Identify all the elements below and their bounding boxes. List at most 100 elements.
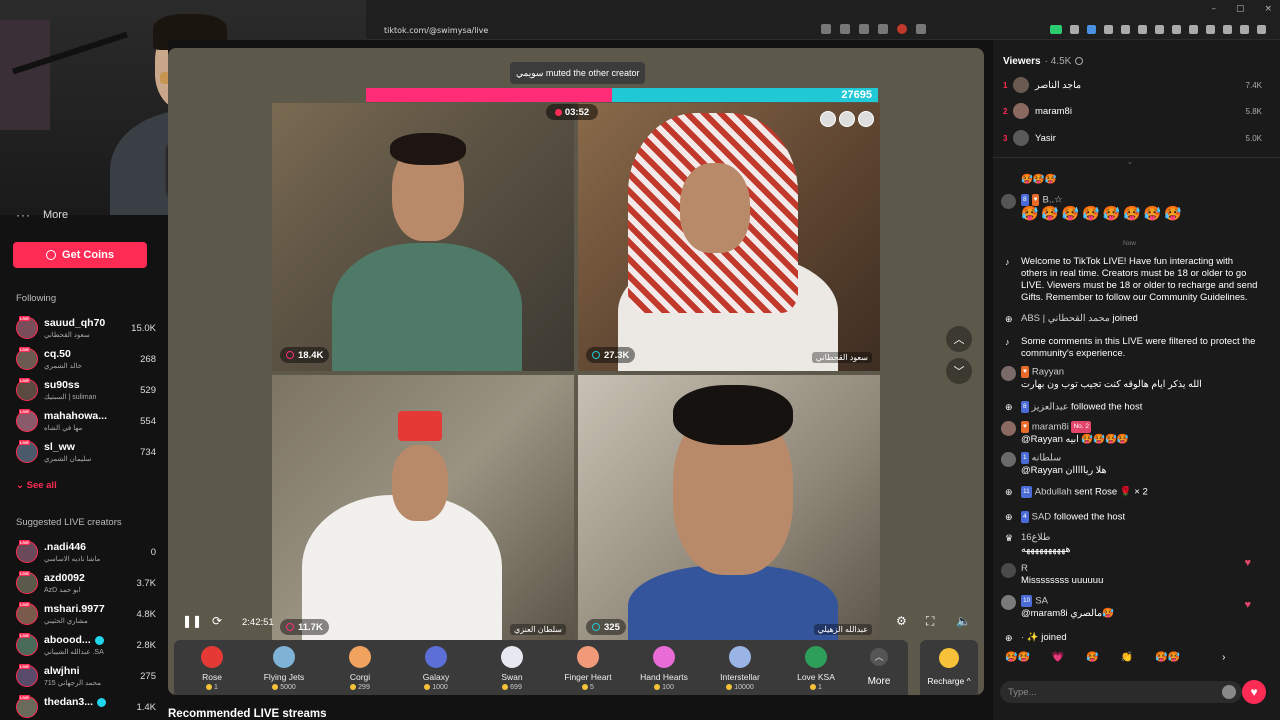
top-viewer[interactable]: 3 Yasir 5.0K bbox=[1003, 129, 1268, 149]
reader-icon[interactable] bbox=[821, 24, 831, 34]
wallet-icon[interactable] bbox=[1223, 25, 1232, 34]
live-main: سويمي muted the other creator 27695 18.4… bbox=[168, 40, 986, 700]
suggested-account[interactable]: LIVE alwjhni 715 محمد الرجهاني 275 bbox=[16, 663, 156, 693]
chat-input-box bbox=[1000, 681, 1242, 703]
gift-hand-hearts[interactable]: Hand Hearts 100 bbox=[626, 646, 702, 695]
get-coins-button[interactable]: Get Coins bbox=[13, 242, 147, 268]
coin-icon bbox=[726, 684, 733, 691]
avatar[interactable] bbox=[858, 111, 874, 127]
quick-reaction[interactable]: 👏 bbox=[1121, 652, 1133, 663]
close-button[interactable]: × bbox=[1264, 4, 1272, 14]
url-text[interactable]: tiktok.com/@swimysa/live bbox=[384, 26, 488, 35]
heart-icon: ♥ bbox=[1244, 599, 1251, 611]
pause-icon[interactable]: ❚❚ bbox=[182, 614, 202, 628]
top-viewer[interactable]: 2 maram8i 5.8K bbox=[1003, 102, 1268, 122]
avatar[interactable] bbox=[1001, 194, 1016, 209]
guest-video[interactable]: 18.4K bbox=[272, 103, 574, 371]
previous-stream-button[interactable]: ︿ bbox=[946, 326, 972, 352]
next-stream-button[interactable]: ﹀ bbox=[946, 358, 972, 384]
guest-video[interactable]: 325 عبدالله الزهيلي bbox=[578, 375, 880, 643]
following-account[interactable]: LIVE cq.50 خالد الشمري 268 bbox=[16, 346, 156, 376]
settings-icon[interactable]: ⚙ bbox=[896, 614, 907, 628]
timer-icon bbox=[554, 108, 562, 116]
like-button[interactable]: ♥ bbox=[1242, 680, 1266, 704]
chevron-down-icon[interactable]: ⌄ bbox=[1127, 158, 1133, 166]
sidebar-icon[interactable] bbox=[1206, 25, 1215, 34]
gift-love-ksa[interactable]: Love KSA 1 bbox=[778, 646, 854, 695]
gift-finger-heart[interactable]: Finger Heart 5 bbox=[550, 646, 626, 695]
info-icon[interactable] bbox=[1075, 57, 1084, 66]
live-player[interactable]: سويمي muted the other creator 27695 18.4… bbox=[168, 48, 984, 695]
more-menu[interactable]: ··· More bbox=[16, 208, 68, 222]
address-bar[interactable]: tiktok.com/@swimysa/live bbox=[366, 20, 1280, 40]
gift-galaxy[interactable]: Galaxy 1000 bbox=[398, 646, 474, 695]
volume-icon[interactable]: 🔈 bbox=[956, 614, 971, 628]
avatar[interactable] bbox=[839, 111, 855, 127]
brave-shield-icon[interactable] bbox=[897, 24, 907, 34]
suggested-account[interactable]: LIVE aboood... عبدالله الشيباني .SA 2.8K bbox=[16, 632, 156, 662]
following-account[interactable]: LIVE sl_ww سليمان الشمري 734 bbox=[16, 439, 156, 469]
share-icon[interactable] bbox=[859, 24, 869, 34]
following-account[interactable]: LIVE sauud_qh70 سعود القحطاني 15.0K bbox=[16, 315, 156, 345]
refresh-icon[interactable]: ⟳ bbox=[212, 614, 222, 628]
guest-video[interactable]: 27.3K سعود القحطاني bbox=[578, 103, 880, 371]
quick-reaction[interactable]: 🥵 bbox=[1086, 652, 1098, 663]
following-account[interactable]: LIVE mahahowa... مها في الشاه 554 bbox=[16, 408, 156, 438]
zoom-icon[interactable] bbox=[840, 24, 850, 34]
more-gifts-button[interactable]: ︿ More bbox=[854, 648, 904, 687]
quick-reaction[interactable]: 💗 bbox=[1052, 652, 1064, 663]
menu-icon[interactable] bbox=[1257, 25, 1266, 34]
viewers-header[interactable]: Viewers · 4.5K bbox=[1003, 56, 1084, 67]
player-controls: ❚❚ ⟳ 2:42:51 ⚙ ⛶ 🔈 bbox=[168, 608, 984, 636]
extension-icon[interactable] bbox=[1155, 25, 1164, 34]
suggested-account[interactable]: LIVE mshari.9977 مشاري الحثيني 4.8K bbox=[16, 601, 156, 631]
puzzle-icon[interactable] bbox=[1172, 25, 1181, 34]
avatar[interactable] bbox=[1001, 366, 1016, 381]
avatar[interactable] bbox=[820, 111, 836, 127]
music-icon[interactable] bbox=[1189, 25, 1198, 34]
heart-icon bbox=[592, 351, 600, 359]
guest-video[interactable]: 11.7K سلطان العنزي bbox=[272, 375, 574, 643]
chevron-right-icon[interactable]: › bbox=[1222, 652, 1225, 663]
extension-icon[interactable] bbox=[1087, 25, 1096, 34]
gift-interstellar[interactable]: Interstellar 10000 bbox=[702, 646, 778, 695]
top-viewer[interactable]: 1 ماجد الناصر 7.4K bbox=[1003, 76, 1268, 96]
avatar[interactable] bbox=[1001, 595, 1016, 610]
avatar[interactable] bbox=[1001, 452, 1016, 467]
extension-icon[interactable] bbox=[1121, 25, 1130, 34]
coin-icon bbox=[272, 684, 279, 691]
avatar[interactable] bbox=[1001, 421, 1016, 436]
swan-icon bbox=[501, 646, 523, 668]
recharge-button[interactable]: Recharge ^ bbox=[920, 640, 978, 695]
gift-corgi[interactable]: Corgi 299 bbox=[322, 646, 398, 695]
suggested-account[interactable]: LIVE azd0092 AzD ابو حمد 3.7K bbox=[16, 570, 156, 600]
rewards-icon[interactable] bbox=[916, 24, 926, 34]
chat-input[interactable] bbox=[1000, 681, 1200, 703]
gift-icon: ⊕ bbox=[1005, 487, 1013, 497]
see-all-link[interactable]: ⌄ See all bbox=[16, 480, 57, 491]
bookmark-icon[interactable] bbox=[878, 24, 888, 34]
extension-icon[interactable] bbox=[1138, 25, 1147, 34]
left-sidebar: ··· More Get Coins Following LIVE sauud_… bbox=[0, 208, 168, 720]
suggested-account[interactable]: LIVE .nadi446 ماشا ناديه الاساسي 0 bbox=[16, 539, 156, 569]
gift-swan[interactable]: Swan 699 bbox=[474, 646, 550, 695]
browser-toolbar: – ▢ × tiktok.com/@swimysa/live bbox=[366, 0, 1280, 40]
restore-button[interactable]: ▢ bbox=[1236, 4, 1245, 14]
emoji-icon[interactable] bbox=[1222, 685, 1236, 699]
gift-flying-jets[interactable]: Flying Jets 5000 bbox=[246, 646, 322, 695]
pk-timer: 03:52 bbox=[546, 104, 598, 120]
minimize-button[interactable]: – bbox=[1211, 4, 1216, 14]
quick-reaction[interactable]: 🥵🥵 bbox=[1155, 652, 1180, 663]
suggested-account[interactable]: LIVE thedan3... 1.4K bbox=[16, 694, 156, 720]
gift-rose[interactable]: Rose 1 bbox=[174, 646, 250, 695]
join-icon: ⊕ bbox=[1005, 314, 1013, 324]
fullscreen-icon[interactable]: ⛶ bbox=[926, 614, 934, 629]
extension-icon[interactable] bbox=[1070, 25, 1079, 34]
quick-reaction[interactable]: 🥵🥵 bbox=[1005, 652, 1030, 663]
extension-icon[interactable] bbox=[1050, 25, 1062, 34]
extension-icon[interactable] bbox=[1104, 25, 1113, 34]
following-account[interactable]: LIVE su90ss السبتيك | suliman 529 bbox=[16, 377, 156, 407]
guest-supporters bbox=[820, 111, 874, 127]
vpn-icon[interactable] bbox=[1240, 25, 1249, 34]
avatar[interactable] bbox=[1001, 563, 1016, 578]
